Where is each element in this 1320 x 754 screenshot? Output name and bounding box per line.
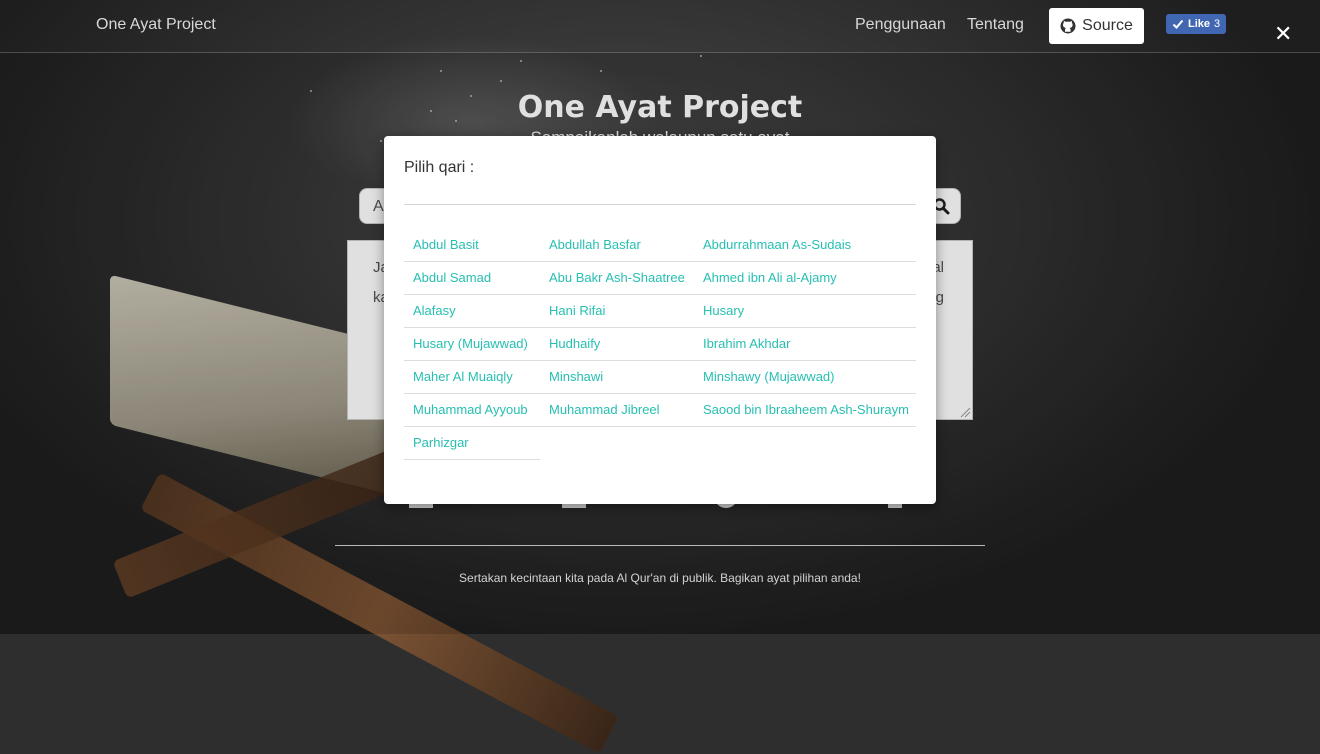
qari-option[interactable]: Abdul Basit <box>413 237 479 252</box>
nav-link-penggunaan[interactable]: Penggunaan <box>855 16 946 34</box>
qari-row: Muhammad Ayyoub Muhammad Jibreel Saood b… <box>404 393 916 427</box>
qari-option[interactable]: Abu Bakr Ash-Shaatree <box>549 270 685 285</box>
source-label: Source <box>1082 17 1133 34</box>
qari-option[interactable]: Minshawi <box>549 369 603 384</box>
qari-option[interactable]: Husary <box>703 303 744 318</box>
qari-row: Abdul Basit Abdullah Basfar Abdurrahmaan… <box>404 228 916 262</box>
qari-option[interactable]: Abdurrahmaan As-Sudais <box>703 237 851 252</box>
like-label: Like <box>1188 18 1211 30</box>
qari-option[interactable]: Muhammad Ayyoub <box>413 402 528 417</box>
github-icon <box>1060 18 1076 34</box>
qari-option[interactable]: Maher Al Muaiqly <box>413 369 513 384</box>
qari-list: Abdul Basit Abdullah Basfar Abdurrahmaan… <box>404 228 916 460</box>
facebook-like-button[interactable]: Like 3 <box>1166 14 1226 34</box>
qari-option[interactable]: Ahmed ibn Ali al-Ajamy <box>703 270 837 285</box>
qari-option[interactable]: Hudhaify <box>549 336 600 351</box>
source-button[interactable]: Source <box>1049 8 1144 44</box>
qari-option[interactable]: Ibrahim Akhdar <box>703 336 790 351</box>
row-divider <box>404 459 540 460</box>
like-count: 3 <box>1214 18 1221 30</box>
qari-option[interactable]: Husary (Mujawwad) <box>413 336 528 351</box>
modal-divider <box>404 204 916 205</box>
qari-option[interactable]: Parhizgar <box>413 435 469 450</box>
navbar: One Ayat Project Penggunaan Tentang Sour… <box>0 0 1320 53</box>
qari-option[interactable]: Minshawy (Mujawwad) <box>703 369 834 384</box>
qari-row: Maher Al Muaiqly Minshawi Minshawy (Muja… <box>404 360 916 394</box>
qari-row: Alafasy Hani Rifai Husary <box>404 294 916 328</box>
qari-option[interactable]: Saood bin Ibraaheem Ash-Shuraym <box>703 402 909 417</box>
qari-option[interactable]: Muhammad Jibreel <box>549 402 660 417</box>
brand-link[interactable]: One Ayat Project <box>96 16 216 34</box>
qari-row: Parhizgar <box>404 426 916 460</box>
modal-title: Pilih qari : <box>404 159 475 176</box>
qari-option[interactable]: Abdul Samad <box>413 270 491 285</box>
qari-option[interactable]: Hani Rifai <box>549 303 605 318</box>
qari-option[interactable]: Abdullah Basfar <box>549 237 641 252</box>
close-icon[interactable]: ✕ <box>1274 24 1292 46</box>
nav-link-tentang[interactable]: Tentang <box>967 16 1024 34</box>
check-icon <box>1172 19 1184 29</box>
qari-row: Abdul Samad Abu Bakr Ash-Shaatree Ahmed … <box>404 261 916 295</box>
qari-modal: Pilih qari : Abdul Basit Abdullah Basfar… <box>384 136 936 504</box>
qari-option[interactable]: Alafasy <box>413 303 456 318</box>
qari-row: Husary (Mujawwad) Hudhaify Ibrahim Akhda… <box>404 327 916 361</box>
